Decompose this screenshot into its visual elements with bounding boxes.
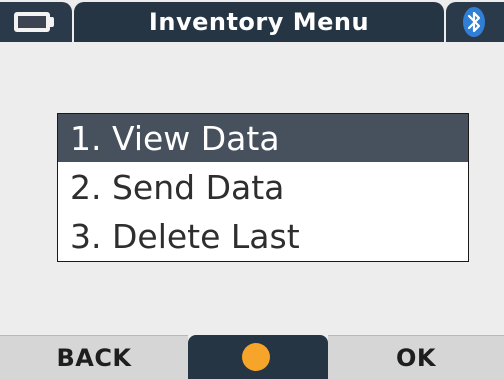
back-button[interactable]: BACK <box>0 335 188 379</box>
menu-item-delete-last[interactable]: 3. Delete Last <box>58 212 468 260</box>
page-title: Inventory Menu <box>148 8 370 36</box>
ok-button[interactable]: OK <box>328 335 504 379</box>
bluetooth-indicator <box>446 2 504 42</box>
inventory-menu-list: 1. View Data 2. Send Data 3. Delete Last <box>57 113 469 262</box>
menu-item-label: 2. Send Data <box>70 167 285 207</box>
bluetooth-icon <box>463 7 485 37</box>
orange-dot-icon <box>242 343 270 371</box>
center-select-button[interactable] <box>188 335 328 379</box>
title-banner: Inventory Menu <box>74 2 444 42</box>
menu-item-label: 1. View Data <box>70 118 280 158</box>
title-bar: Inventory Menu <box>0 0 504 44</box>
menu-item-send-data[interactable]: 2. Send Data <box>58 163 468 211</box>
battery-icon <box>14 12 50 32</box>
softkey-bar: BACK OK <box>0 335 504 379</box>
ok-button-label: OK <box>396 343 436 372</box>
menu-item-view-data[interactable]: 1. View Data <box>58 114 468 162</box>
battery-indicator <box>0 2 72 42</box>
menu-item-label: 3. Delete Last <box>70 216 300 256</box>
back-button-label: BACK <box>56 343 132 372</box>
